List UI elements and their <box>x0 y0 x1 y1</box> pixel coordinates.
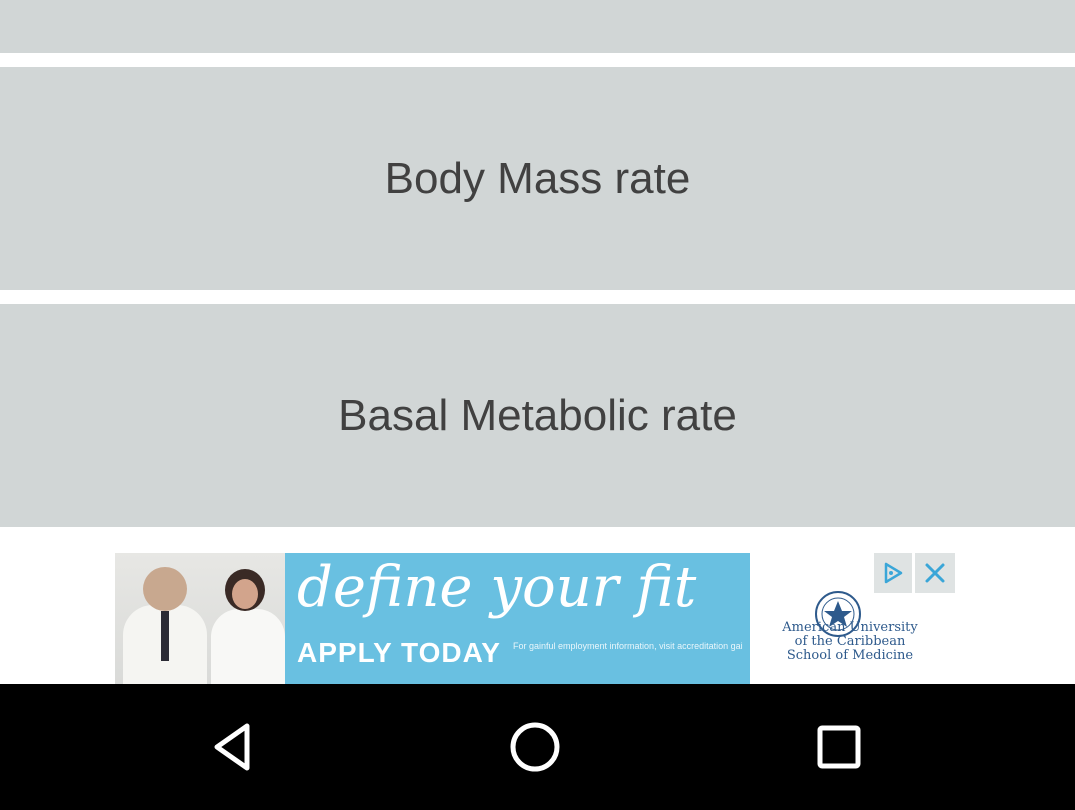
ad-fine-print: For gainful employment information, visi… <box>513 641 743 651</box>
adchoices-icon[interactable] <box>874 553 912 593</box>
home-circle-icon[interactable] <box>475 684 595 810</box>
ad-message-panel: define your fit APPLY TODAY For gainful … <box>285 553 750 684</box>
close-icon[interactable] <box>915 553 955 593</box>
menu-item-basal-metabolic-rate[interactable]: Basal Metabolic rate <box>0 304 1075 527</box>
back-triangle-icon[interactable] <box>173 684 293 810</box>
system-navigation-bar <box>0 684 1075 810</box>
ad-brand-name: American University of the Caribbean Sch… <box>782 620 918 663</box>
recents-square-icon[interactable] <box>779 684 899 810</box>
menu-item-body-mass-rate[interactable]: Body Mass rate <box>0 67 1075 290</box>
menu-item-label: Body Mass rate <box>384 153 691 203</box>
ad-headline: define your fit <box>297 555 697 620</box>
ad-photo-doctors <box>115 553 285 684</box>
menu-item-label: Basal Metabolic rate <box>338 390 737 440</box>
ad-banner[interactable]: define your fit APPLY TODAY For gainful … <box>115 553 955 684</box>
menu-item-partial[interactable] <box>0 0 1075 53</box>
ad-cta: APPLY TODAY <box>297 637 501 668</box>
